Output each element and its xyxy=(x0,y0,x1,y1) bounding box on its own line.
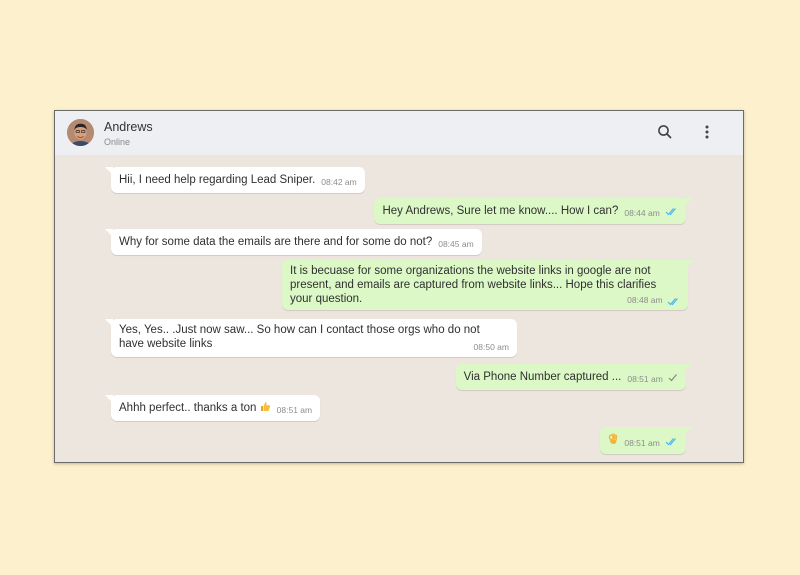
more-vertical-icon xyxy=(705,125,709,139)
thumbs-up-emoji-icon xyxy=(260,402,270,411)
double-check-icon xyxy=(667,298,678,306)
message-incoming[interactable]: Yes, Yes.. .Just now saw... So how can I… xyxy=(105,319,517,357)
message-time: 08:51 am xyxy=(627,374,663,384)
search-icon xyxy=(658,125,672,139)
contact-avatar[interactable] xyxy=(67,119,94,146)
message-time: 08:51 am xyxy=(276,405,313,415)
chat-window: Andrews Online Hii, I need help regardin… xyxy=(54,110,744,463)
contact-status: Online xyxy=(104,137,131,147)
contact-name[interactable]: Andrews xyxy=(104,120,153,134)
message-time: 08:51 am xyxy=(624,438,660,448)
search-button[interactable] xyxy=(655,122,675,142)
message-text: Why for some data the emails are there a… xyxy=(119,236,433,248)
message-outgoing[interactable]: 08:51 am xyxy=(600,427,692,454)
message-text: Ahhh perfect.. thanks a ton xyxy=(119,402,257,414)
message-outgoing[interactable]: Via Phone Number captured ... 08:51 am xyxy=(455,364,692,390)
message-text: It is becuase for some organizations the… xyxy=(290,265,657,305)
double-check-icon xyxy=(665,208,676,216)
chat-header: Andrews Online xyxy=(55,111,743,155)
message-text: Yes, Yes.. .Just now saw... So how can I… xyxy=(119,324,480,350)
message-outgoing[interactable]: It is becuase for some organizations the… xyxy=(282,260,694,310)
message-time: 08:50 am xyxy=(473,342,509,352)
double-check-icon xyxy=(665,438,676,446)
ok-hand-emoji-icon xyxy=(609,433,618,444)
message-text: Hey Andrews, Sure let me know.... How I … xyxy=(382,205,619,217)
message-text: Via Phone Number captured ... xyxy=(463,371,622,383)
message-incoming[interactable]: Ahhh perfect.. thanks a ton 08:51 am xyxy=(105,395,321,421)
message-time: 08:48 am xyxy=(627,293,680,307)
single-check-icon xyxy=(668,374,677,382)
message-time: 08:44 am xyxy=(624,208,660,218)
message-incoming[interactable]: Why for some data the emails are there a… xyxy=(105,229,482,255)
message-list: Hii, I need help regarding Lead Sniper. 0… xyxy=(55,155,743,462)
menu-button[interactable] xyxy=(697,122,717,142)
message-time: 08:45 am xyxy=(438,239,474,249)
message-outgoing[interactable]: Hey Andrews, Sure let me know.... How I … xyxy=(374,198,692,224)
message-text: Hii, I need help regarding Lead Sniper. xyxy=(119,174,316,186)
message-time: 08:42 am xyxy=(321,177,357,187)
avatar-image xyxy=(67,119,94,146)
message-incoming[interactable]: Hii, I need help regarding Lead Sniper. 0… xyxy=(105,167,365,193)
